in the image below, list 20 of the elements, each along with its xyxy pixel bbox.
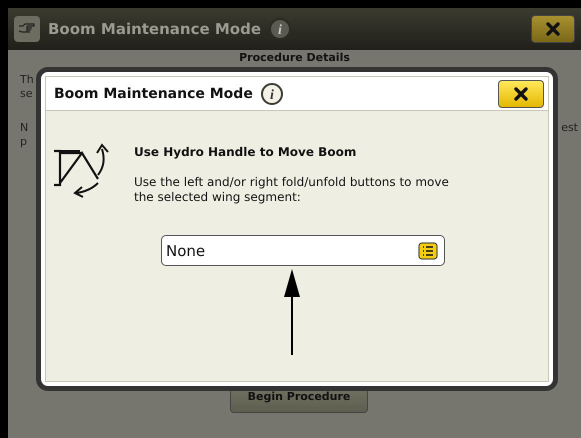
body-text: N (20, 121, 28, 135)
info-icon[interactable]: i (269, 18, 292, 40)
close-icon (513, 86, 529, 102)
info-icon[interactable]: i (260, 82, 283, 104)
list-icon (418, 242, 438, 260)
close-icon (545, 21, 561, 37)
instruction-heading: Use Hydro Handle to Move Boom (134, 145, 358, 159)
body-text: est (561, 121, 578, 135)
pointing-hand-icon (18, 23, 36, 35)
segment-dropdown[interactable]: None (161, 235, 445, 266)
pointing-hand-button[interactable] (14, 16, 40, 42)
instruction-text: Use the left and/or right fold/unfold buttons to move the selected wing segment: (134, 175, 450, 205)
body-text: p (20, 135, 27, 149)
body-text: se (20, 87, 32, 101)
close-button[interactable] (498, 80, 544, 108)
body-text: Th (20, 73, 34, 87)
section-heading: Procedure Details (239, 50, 350, 65)
window-title: Boom Maintenance Mode (48, 20, 262, 38)
dialog-title: Boom Maintenance Mode (54, 86, 253, 102)
close-button[interactable] (531, 15, 575, 43)
